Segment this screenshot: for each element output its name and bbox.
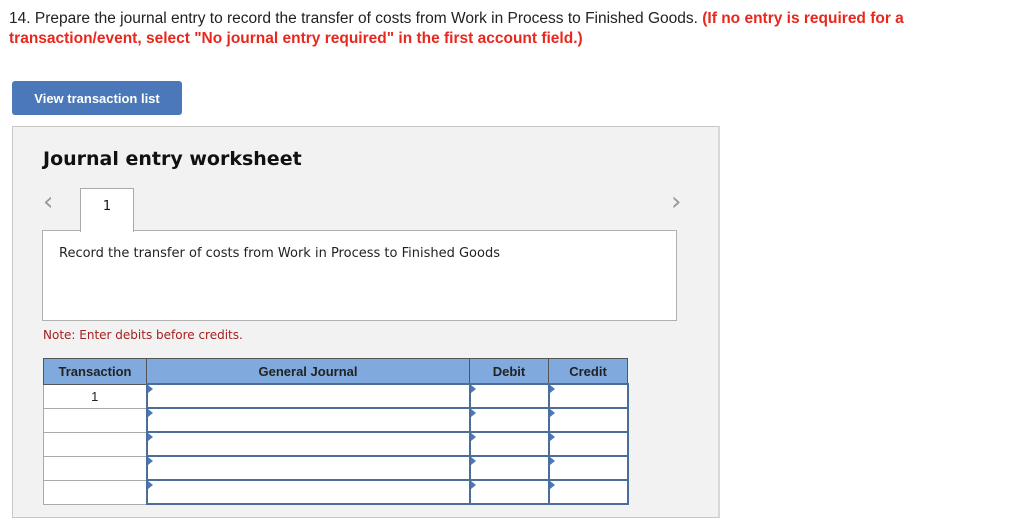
chevron-right-icon[interactable]: › [671,189,681,215]
table-row [43,479,629,505]
column-header-credit: Credit [548,358,628,385]
transaction-cell [43,479,147,505]
debit-input[interactable] [468,479,550,505]
credit-input[interactable] [547,383,629,409]
input-indicator-icon [147,433,153,441]
table-row [43,407,629,433]
input-indicator-icon [470,385,476,393]
tab-1[interactable]: 1 [80,188,134,232]
credit-input[interactable] [547,407,629,433]
debit-input[interactable] [468,383,550,409]
debit-input[interactable] [468,407,550,433]
view-transaction-list-button[interactable]: View transaction list [12,81,182,115]
journal-entry-worksheet-panel: Journal entry worksheet ‹ › 1 Record the… [12,126,720,518]
account-input[interactable] [145,455,471,481]
worksheet-title: Journal entry worksheet [43,148,302,170]
question-prompt: Prepare the journal entry to record the … [34,10,698,27]
credit-input[interactable] [547,479,629,505]
transaction-cell [43,407,147,433]
debit-credit-note: Note: Enter debits before credits. [43,328,243,342]
input-indicator-icon [549,433,555,441]
entry-description: Record the transfer of costs from Work i… [59,246,500,261]
input-indicator-icon [549,409,555,417]
credit-input[interactable] [547,431,629,457]
table-row: 1 [43,383,629,409]
journal-table: Transaction General Journal Debit Credit… [43,358,629,505]
account-input[interactable] [145,431,471,457]
input-indicator-icon [470,481,476,489]
entry-description-box: Record the transfer of costs from Work i… [42,230,677,321]
input-indicator-icon [470,457,476,465]
account-input[interactable] [145,479,471,505]
input-indicator-icon [549,385,555,393]
column-header-general-journal: General Journal [146,358,470,385]
account-input[interactable] [145,407,471,433]
debit-input[interactable] [468,431,550,457]
column-header-debit: Debit [469,358,549,385]
input-indicator-icon [147,385,153,393]
input-indicator-icon [147,457,153,465]
transaction-cell [43,455,147,481]
debit-input[interactable] [468,455,550,481]
question-text: 14. Prepare the journal entry to record … [9,9,1009,49]
account-input[interactable] [145,383,471,409]
input-indicator-icon [549,481,555,489]
input-indicator-icon [549,457,555,465]
table-row [43,455,629,481]
credit-input[interactable] [547,455,629,481]
input-indicator-icon [470,433,476,441]
input-indicator-icon [147,481,153,489]
transaction-cell: 1 [43,383,147,409]
transaction-cell [43,431,147,457]
chevron-left-icon[interactable]: ‹ [43,189,53,215]
column-header-transaction: Transaction [43,358,147,385]
input-indicator-icon [147,409,153,417]
input-indicator-icon [470,409,476,417]
question-number: 14. [9,10,31,27]
table-header-row: Transaction General Journal Debit Credit [43,358,628,385]
table-row [43,431,629,457]
